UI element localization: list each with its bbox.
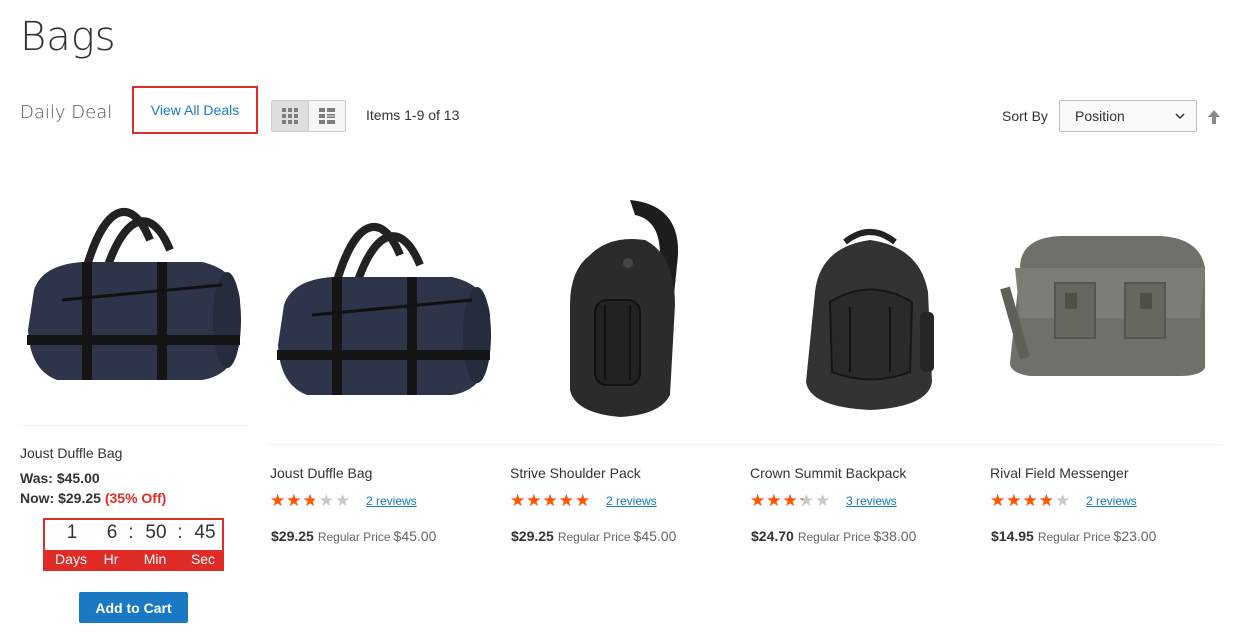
countdown-hours-label: Hr (103, 551, 119, 567)
chevron-down-icon (1175, 113, 1185, 120)
deal-image-divider (20, 425, 248, 426)
countdown-hours: 6 (106, 522, 118, 543)
product-name[interactable]: Crown Summit Backpack (750, 465, 906, 481)
countdown-minutes-label: Min (143, 551, 167, 567)
product-price: $24.70 Regular Price $38.00 (751, 528, 916, 544)
toolbar-amount: Items 1-9 of 13 (366, 107, 460, 123)
final-price: $14.95 (991, 528, 1034, 544)
countdown-seconds: 45 (194, 522, 216, 543)
product-price: $14.95 Regular Price $23.00 (991, 528, 1156, 544)
rating-stars: ★★★★★★★★★★ (750, 491, 832, 510)
grid-mode-icon (282, 108, 298, 124)
product-price: $29.25 Regular Price $45.00 (511, 528, 676, 544)
countdown-colon: : (128, 522, 134, 543)
product-image[interactable] (560, 195, 690, 420)
sort-by-label: Sort By (1002, 108, 1048, 124)
product-rating: ★★★★★★★★★★ 3 reviews (750, 492, 897, 509)
image-divider (268, 444, 1223, 445)
rating-stars: ★★★★★★★★★★ (510, 491, 592, 510)
sort-direction-arrow-icon[interactable] (1207, 109, 1221, 125)
deal-countdown: 1 6 : 50 : 45 Days Hr Min Sec (43, 518, 224, 571)
regular-price: $45.00 (393, 528, 437, 544)
deal-now-label: Now: (20, 490, 55, 506)
final-price: $29.25 (271, 528, 314, 544)
rating-stars: ★★★★★★★★★★ (270, 491, 352, 510)
final-price: $29.25 (511, 528, 554, 544)
deal-product-image[interactable] (22, 190, 244, 390)
deal-was-value: $45.00 (56, 470, 100, 486)
product-rating: ★★★★★★★★★★ 2 reviews (990, 492, 1137, 509)
regular-price-label: Regular Price (317, 530, 391, 544)
countdown-labels: Days Hr Min Sec (45, 550, 222, 569)
regular-price-label: Regular Price (1037, 530, 1111, 544)
product-name[interactable]: Strive Shoulder Pack (510, 465, 641, 481)
final-price: $24.70 (751, 528, 794, 544)
deal-discount: (35% Off) (104, 490, 167, 506)
reviews-link[interactable]: 2 reviews (1086, 494, 1137, 508)
list-mode-button[interactable] (309, 101, 345, 131)
countdown-values: 1 6 : 50 : 45 (45, 522, 222, 552)
deal-product-name[interactable]: Joust Duffle Bag (20, 445, 122, 461)
product-rating: ★★★★★★★★★★ 2 reviews (510, 492, 657, 509)
countdown-minutes: 50 (145, 522, 167, 543)
view-all-deals-box: View All Deals (132, 86, 258, 134)
product-name[interactable]: Joust Duffle Bag (270, 465, 372, 481)
rating-stars: ★★★★★★★★★★ (990, 491, 1072, 510)
reviews-link[interactable]: 2 reviews (366, 494, 417, 508)
regular-price: $38.00 (873, 528, 917, 544)
deal-was-label: Was: (20, 470, 53, 486)
product-rating: ★★★★★★★★★★ 2 reviews (270, 492, 417, 509)
reviews-link[interactable]: 3 reviews (846, 494, 897, 508)
sort-by-select[interactable]: Position (1059, 100, 1197, 132)
deal-now-value: $29.25 (58, 490, 101, 506)
deal-was-price: Was: $45.00 (20, 470, 100, 486)
regular-price-label: Regular Price (557, 530, 631, 544)
daily-deal-label: Daily Deal (20, 102, 113, 123)
product-image[interactable] (800, 222, 940, 412)
reviews-link[interactable]: 2 reviews (606, 494, 657, 508)
countdown-seconds-label: Sec (190, 551, 216, 567)
regular-price-label: Regular Price (797, 530, 871, 544)
list-mode-icon (319, 108, 335, 124)
product-image[interactable] (272, 205, 494, 405)
grid-mode-button[interactable] (272, 101, 309, 131)
countdown-days: 1 (66, 522, 78, 543)
page-title: Bags (20, 14, 116, 60)
add-to-cart-button[interactable]: Add to Cart (79, 592, 188, 623)
view-all-deals-link[interactable]: View All Deals (151, 102, 239, 118)
sort-by-value: Position (1075, 108, 1125, 124)
countdown-days-label: Days (55, 551, 87, 567)
regular-price: $23.00 (1113, 528, 1157, 544)
countdown-colon: : (177, 522, 183, 543)
product-image[interactable] (1000, 228, 1215, 378)
regular-price: $45.00 (633, 528, 677, 544)
product-price: $29.25 Regular Price $45.00 (271, 528, 436, 544)
product-name[interactable]: Rival Field Messenger (990, 465, 1129, 481)
view-mode-switcher (271, 100, 346, 132)
deal-now-price: Now: $29.25 (35% Off) (20, 490, 166, 506)
